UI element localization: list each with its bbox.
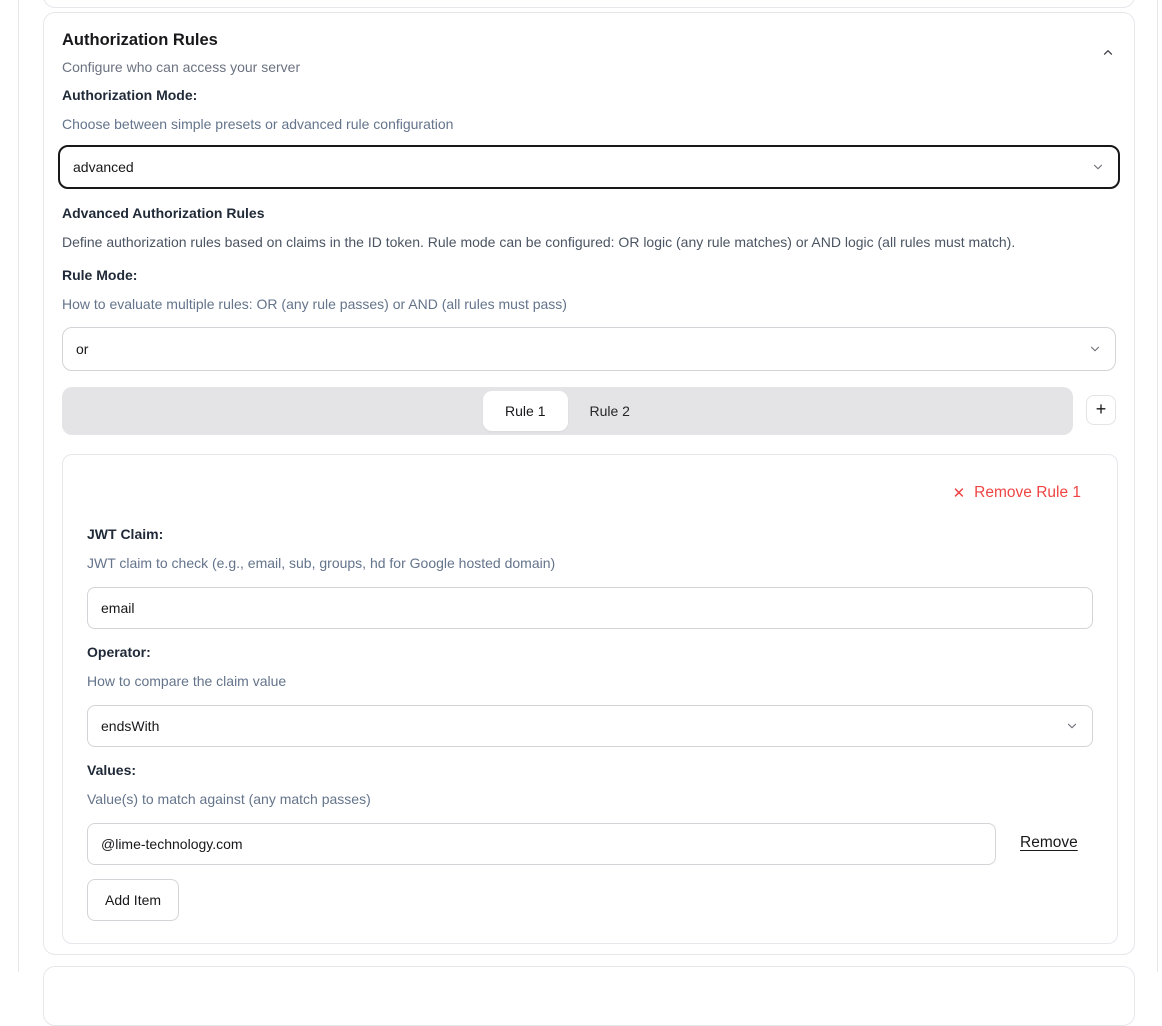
jwt-claim-label: JWT Claim: [87,525,163,543]
operator-selected-value: endsWith [101,718,159,734]
chevron-up-icon [1101,46,1115,60]
x-icon: ✕ [953,486,966,501]
remove-value-link[interactable]: Remove [1020,834,1078,852]
add-item-label: Add Item [105,892,161,908]
rule-mode-selected-value: or [76,341,88,357]
values-label: Values: [87,761,136,779]
authorization-mode-label: Authorization Mode: [62,86,197,104]
chevron-down-icon [1065,719,1079,733]
rule-1-card: ✕ Remove Rule 1 JWT Claim: JWT claim to … [62,454,1118,944]
tab-rule-2[interactable]: Rule 2 [568,391,652,431]
advanced-rules-heading: Advanced Authorization Rules [62,204,265,222]
authorization-rules-card: Authorization Rules Configure who can ac… [43,12,1135,955]
authorization-mode-select[interactable]: advanced [58,145,1120,189]
section-subtitle: Configure who can access your server [62,58,300,76]
tab-rule-2-label: Rule 2 [590,403,630,419]
rule-mode-label: Rule Mode: [62,266,137,284]
operator-description: How to compare the claim value [87,672,286,691]
tab-rule-1-label: Rule 1 [505,403,545,419]
values-description: Value(s) to match against (any match pas… [87,790,371,809]
jwt-claim-description: JWT claim to check (e.g., email, sub, gr… [87,554,555,573]
collapse-section-button[interactable] [1094,39,1122,67]
value-input[interactable]: @lime-technology.com [87,823,996,865]
plus-icon: + [1096,400,1107,418]
add-item-button[interactable]: Add Item [87,879,179,921]
jwt-claim-value: email [101,600,134,616]
operator-select[interactable]: endsWith [87,705,1093,747]
previous-section-card [43,0,1135,8]
advanced-rules-description: Define authorization rules based on clai… [62,233,1116,252]
section-title: Authorization Rules [62,30,218,50]
tab-rule-1[interactable]: Rule 1 [483,391,567,431]
rule-mode-description: How to evaluate multiple rules: OR (any … [62,295,567,314]
next-section-card [43,966,1135,1026]
remove-rule-1-label: Remove Rule 1 [974,484,1081,502]
rule-tabs: Rule 1 Rule 2 [62,387,1073,435]
operator-label: Operator: [87,643,151,661]
chevron-down-icon [1088,342,1102,356]
jwt-claim-input[interactable]: email [87,587,1093,629]
authorization-mode-selected-value: advanced [73,159,134,175]
add-rule-button[interactable]: + [1086,395,1116,425]
value-input-text: @lime-technology.com [101,836,243,852]
remove-rule-1-button[interactable]: ✕ Remove Rule 1 [953,484,1081,502]
authorization-mode-description: Choose between simple presets or advance… [62,115,453,134]
chevron-down-icon [1091,160,1105,174]
rule-mode-select[interactable]: or [62,327,1116,371]
